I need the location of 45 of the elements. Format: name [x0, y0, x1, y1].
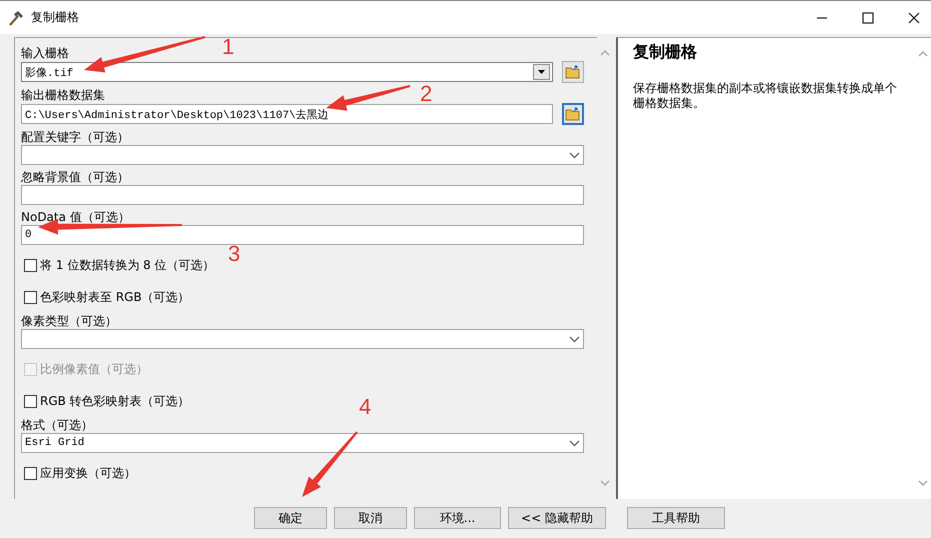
chevron-down-icon [569, 152, 580, 158]
annotation-number: 2 [420, 81, 432, 106]
annotation-arrow [302, 431, 358, 497]
input-field[interactable]: C:\Users\Administrator\Desktop\1023\1107\去黑边 [21, 104, 553, 124]
dialog-button[interactable]: << 隐藏帮助 [508, 507, 606, 529]
help-text: 保存栅格数据集的副本或将镶嵌数据集转换成单个栅格数据集。 [633, 81, 898, 111]
field-label: 格式（可选） [21, 417, 93, 433]
browse-button[interactable] [562, 61, 584, 83]
chevron-down-icon [569, 440, 580, 446]
checkbox[interactable] [24, 394, 37, 408]
maximize-icon[interactable] [862, 12, 874, 24]
checkbox-label: 色彩映射表至 RGB（可选） [40, 288, 190, 306]
checkbox-label: 应用变换（可选） [40, 464, 136, 482]
dialog-button[interactable]: 环境... [414, 507, 501, 529]
hammer-icon [7, 10, 25, 26]
dropdown-field[interactable]: Esri Grid [21, 433, 584, 453]
checkbox-label: 将 1 位数据转换为 8 位（可选） [40, 256, 215, 274]
checkbox-label: 比例像素值（可选） [40, 360, 148, 378]
window-title: 复制栅格 [31, 9, 79, 26]
dialog-button[interactable]: 确定 [254, 507, 327, 529]
chevron-down-icon [569, 336, 580, 342]
dialog-button[interactable]: 工具帮助 [627, 507, 725, 529]
checkbox[interactable] [24, 258, 37, 272]
dialog-button[interactable]: 取消 [334, 507, 407, 529]
input-field[interactable] [21, 185, 584, 205]
dropdown-field[interactable] [21, 329, 584, 349]
close-icon[interactable] [908, 12, 920, 24]
browse-button[interactable] [562, 103, 584, 125]
caret-icon [538, 70, 545, 74]
field-label: 忽略背景值（可选） [21, 169, 129, 185]
field-label: 输入栅格 [21, 45, 69, 61]
input-field[interactable]: 0 [21, 225, 584, 245]
dropdown-field[interactable]: 影像.tif [21, 62, 553, 82]
dropdown-button[interactable] [533, 64, 550, 80]
checkbox[interactable] [24, 466, 37, 480]
checkbox[interactable] [24, 290, 37, 304]
annotation-number: 1 [222, 34, 234, 59]
help-title: 复制栅格 [633, 42, 698, 63]
field-label: NoData 值（可选） [21, 209, 130, 225]
field-label: 配置关键字（可选） [21, 129, 129, 145]
annotation-number: 4 [359, 394, 372, 419]
field-label: 像素类型（可选） [21, 313, 117, 329]
field-label: 输出栅格数据集 [21, 87, 105, 103]
dropdown-field[interactable] [21, 145, 584, 165]
checkbox-label: RGB 转色彩映射表（可选） [40, 392, 190, 410]
